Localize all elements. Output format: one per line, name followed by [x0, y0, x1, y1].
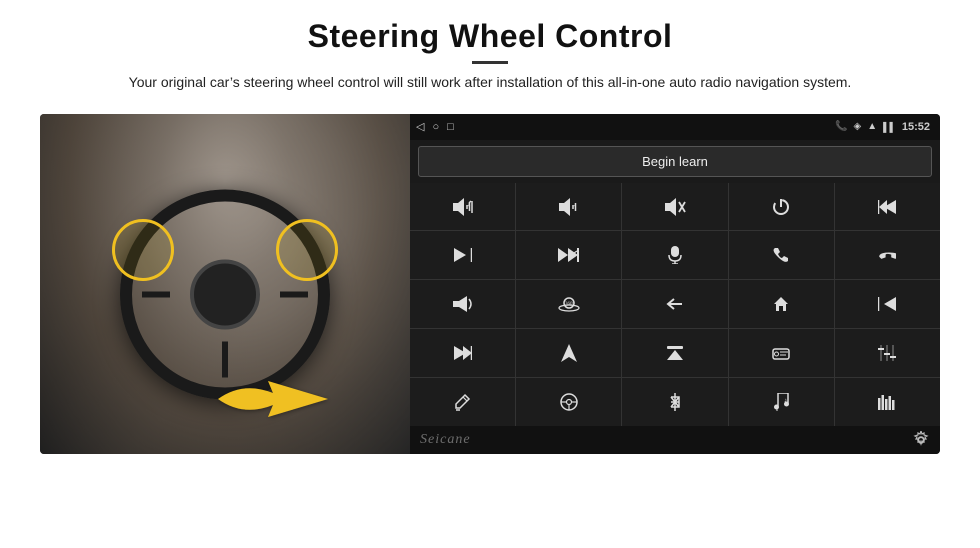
grid-cell-vol-up[interactable]: +	[410, 183, 515, 231]
svg-text:360°: 360°	[565, 302, 575, 307]
grid-cell-phone[interactable]	[729, 231, 834, 279]
location-icon: ◈	[853, 121, 861, 132]
grid-cell-power[interactable]	[729, 183, 834, 231]
spoke-right	[280, 291, 308, 297]
arrow-container	[213, 371, 333, 426]
eject-icon	[667, 345, 683, 360]
navigate-icon	[561, 344, 577, 362]
grid-cell-vol-down[interactable]: -	[516, 183, 621, 231]
end-call-icon	[878, 247, 896, 263]
grid-cell-back[interactable]	[622, 280, 727, 328]
prev-track-icon	[878, 199, 896, 214]
radio-icon	[772, 345, 790, 360]
status-bar-right: 📞 ◈ ▲ ▌▌ 15:52	[835, 121, 930, 133]
phone-icon	[773, 247, 789, 263]
skip-ff-icon	[454, 345, 472, 360]
steering-wheel-icon	[560, 393, 578, 411]
back-arrow-icon	[666, 297, 684, 312]
svg-text:♪: ♪	[784, 398, 787, 404]
vol-up-icon: +	[452, 198, 474, 216]
content-row: ◁ ○ □ 📞 ◈ ▲ ▌▌ 15:52 Begin learn	[40, 114, 940, 454]
grid-cell-bars[interactable]	[835, 378, 940, 426]
back-nav-icon[interactable]: ◁	[416, 120, 424, 133]
grid-cell-pen[interactable]	[410, 378, 515, 426]
grid-cell-rewind[interactable]	[835, 280, 940, 328]
power-icon	[772, 198, 790, 216]
grid-cell-360[interactable]: 360°	[516, 280, 621, 328]
icon-grid: + -	[410, 183, 940, 426]
grid-cell-music[interactable]: ♪	[729, 378, 834, 426]
vol-down-icon: -	[558, 198, 580, 216]
equalizer-icon	[878, 345, 896, 361]
right-button-highlight	[276, 219, 338, 281]
grid-cell-end-call[interactable]	[835, 231, 940, 279]
seicane-brand: Seicane	[420, 432, 471, 448]
fast-forward-icon	[558, 248, 580, 263]
grid-cell-eject[interactable]	[622, 329, 727, 377]
settings-gear-icon[interactable]	[912, 431, 930, 449]
grid-cell-skip-next[interactable]	[410, 231, 515, 279]
home-icon	[773, 296, 789, 312]
grid-cell-radio[interactable]	[729, 329, 834, 377]
audio-bars-icon	[878, 394, 896, 410]
recents-nav-icon[interactable]: □	[447, 121, 454, 133]
skip-next-icon	[454, 248, 472, 263]
mic-icon	[668, 246, 682, 264]
music-icon: ♪	[773, 393, 789, 411]
bluetooth-icon	[669, 393, 681, 411]
home-nav-icon[interactable]: ○	[432, 121, 439, 133]
steering-wheel-image	[40, 114, 410, 454]
main-title: Steering Wheel Control	[40, 18, 940, 55]
mute-icon	[664, 198, 686, 216]
grid-cell-mic[interactable]	[622, 231, 727, 279]
begin-learn-button[interactable]: Begin learn	[418, 146, 932, 177]
horn-icon	[453, 296, 473, 312]
title-divider	[472, 61, 508, 64]
subtitle: Your original car’s steering wheel contr…	[40, 72, 940, 94]
yellow-arrow-svg	[213, 371, 333, 426]
grid-cell-nav[interactable]	[516, 329, 621, 377]
android-panel: ◁ ○ □ 📞 ◈ ▲ ▌▌ 15:52 Begin learn	[410, 114, 940, 454]
page-container: Steering Wheel Control Your original car…	[0, 0, 980, 548]
grid-cell-bluetooth[interactable]	[622, 378, 727, 426]
grid-cell-mute[interactable]	[622, 183, 727, 231]
phone-signal-icon: 📞	[835, 121, 847, 132]
grid-cell-skip-ff[interactable]	[410, 329, 515, 377]
status-bar: ◁ ○ □ 📞 ◈ ▲ ▌▌ 15:52	[410, 114, 940, 140]
battery-icon: ▌▌	[883, 122, 896, 132]
left-button-highlight	[112, 219, 174, 281]
grid-cell-home[interactable]	[729, 280, 834, 328]
wifi-icon: ▲	[867, 121, 877, 132]
clock: 15:52	[902, 121, 930, 133]
pen-icon	[455, 393, 471, 411]
grid-cell-prev-track[interactable]	[835, 183, 940, 231]
grid-cell-steering[interactable]	[516, 378, 621, 426]
grid-cell-horn[interactable]	[410, 280, 515, 328]
spoke-left	[142, 291, 170, 297]
rewind-icon	[878, 297, 896, 312]
status-bar-left: ◁ ○ □	[416, 120, 454, 133]
steering-wheel-center	[190, 259, 260, 329]
grid-cell-eq[interactable]	[835, 329, 940, 377]
begin-learn-row: Begin learn	[410, 140, 940, 183]
svg-text:+: +	[467, 203, 471, 209]
title-section: Steering Wheel Control Your original car…	[40, 18, 940, 106]
bottom-bar: Seicane	[410, 426, 940, 454]
360-icon: 360°	[557, 295, 581, 313]
grid-cell-ff[interactable]	[516, 231, 621, 279]
